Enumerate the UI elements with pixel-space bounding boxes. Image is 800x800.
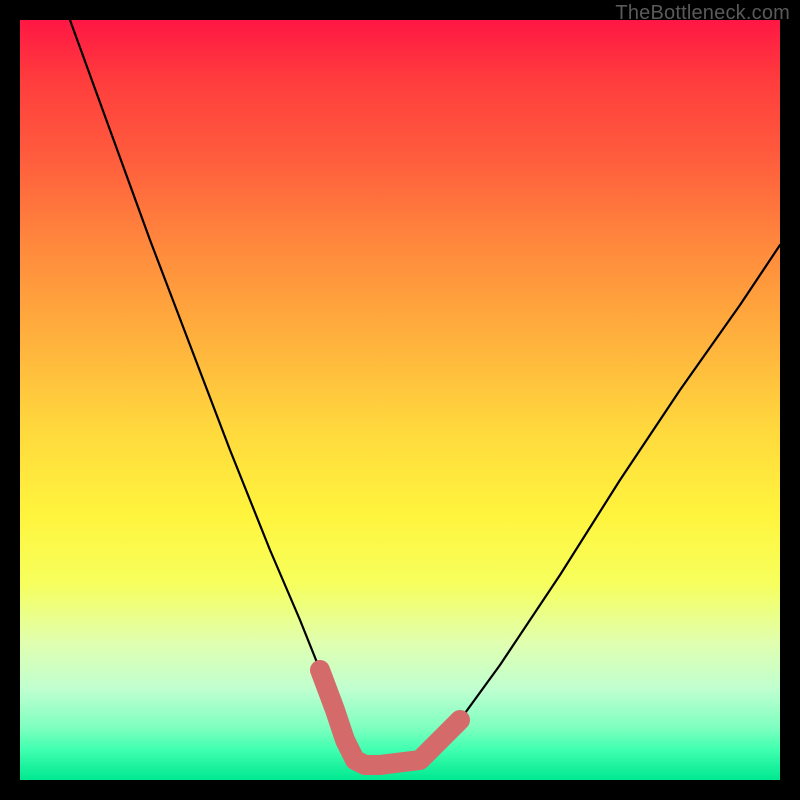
bottleneck-bottom-highlight [320, 670, 460, 765]
watermark-text: TheBottleneck.com [615, 2, 790, 25]
bottleneck-curve-path [70, 20, 780, 765]
chart-curve-layer [20, 20, 780, 780]
